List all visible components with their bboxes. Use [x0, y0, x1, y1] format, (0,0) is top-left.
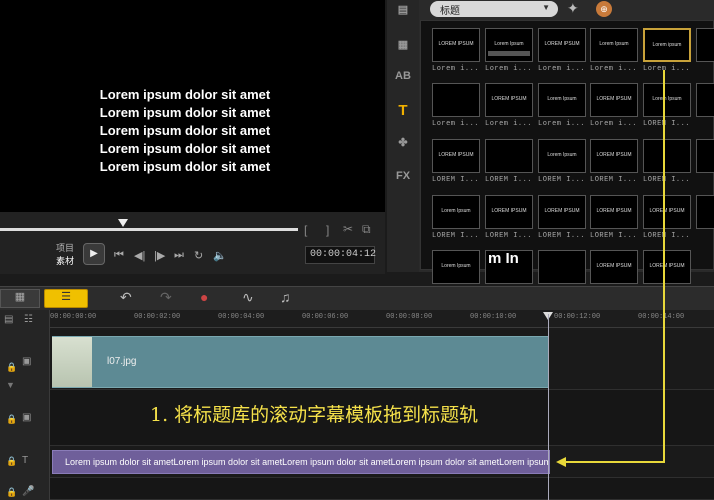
annotation-arrow [556, 70, 665, 467]
